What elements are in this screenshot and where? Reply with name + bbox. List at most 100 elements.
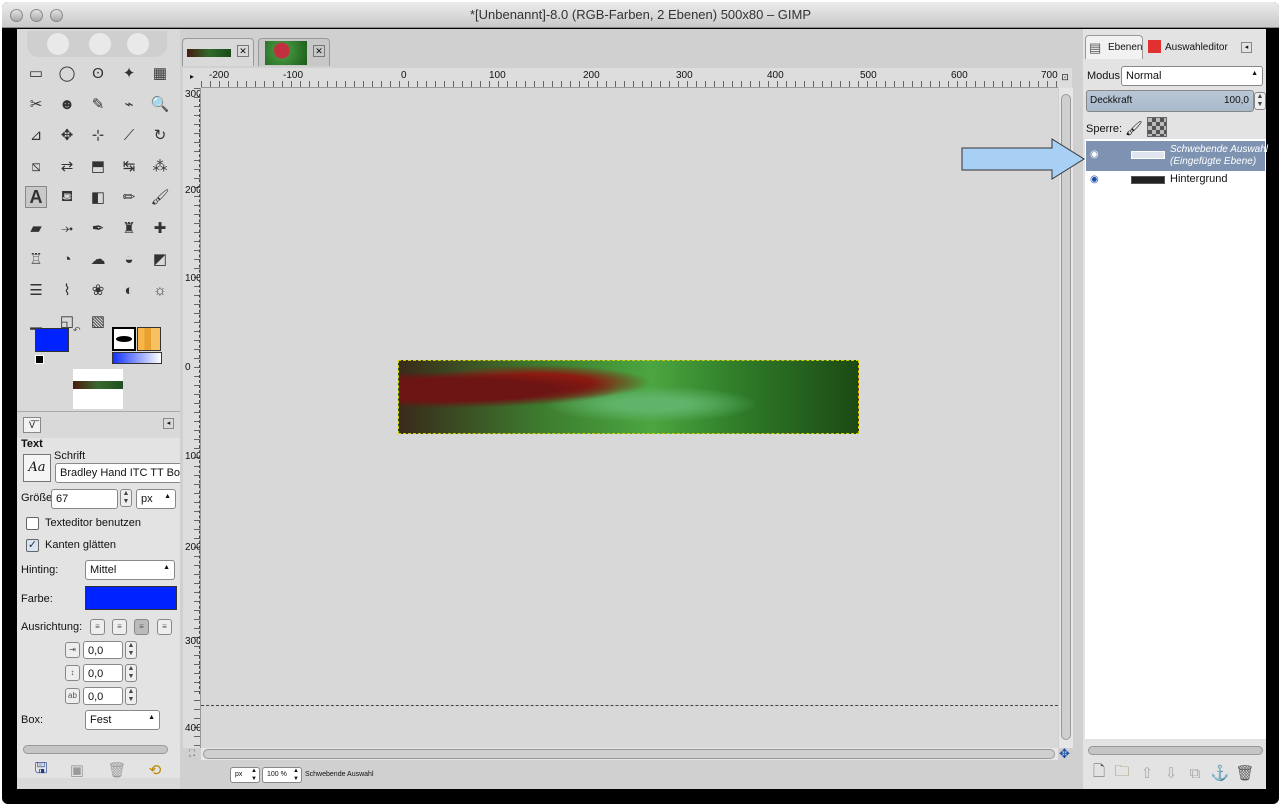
line-spacing-stepper[interactable]: ▲ ▼ — [125, 664, 137, 682]
quick-mask-icon[interactable]: ⛶ — [183, 748, 201, 760]
reset-options-icon[interactable]: ⟲ — [147, 762, 163, 779]
zoom-toggle-icon[interactable]: ⊡ — [1058, 68, 1072, 88]
brush-preview-icon[interactable] — [112, 327, 136, 351]
vertical-scrollbar-thumb[interactable] — [1061, 94, 1071, 740]
indent-input[interactable]: 0,0 — [83, 641, 123, 659]
hue-saturation-icon[interactable]: ❀ — [87, 279, 109, 301]
transform-icon[interactable]: ⟋ — [118, 124, 140, 146]
measure-icon[interactable]: ⊿ — [25, 124, 47, 146]
heal-icon[interactable]: ✚ — [149, 217, 171, 239]
lock-pixels-icon[interactable]: 🖌 — [1125, 120, 1143, 137]
justify-fill-icon[interactable]: ≡ — [157, 619, 172, 635]
zoom-select[interactable]: 100 % ▲ ▼ — [262, 767, 302, 783]
justify-right-icon[interactable]: ≡ — [112, 619, 127, 635]
image-menu-icon[interactable]: ▸ — [183, 68, 201, 88]
default-colors-icon[interactable] — [35, 355, 44, 364]
unit-select[interactable]: px ▲ ▼ — [230, 767, 260, 783]
paths-icon[interactable]: ✎ — [87, 93, 109, 115]
swap-colors-icon[interactable]: ↶ — [73, 325, 81, 336]
paintbrush-icon[interactable]: 🖌 — [149, 186, 171, 208]
perspective-icon[interactable]: ⧅ — [25, 155, 47, 177]
align-icon[interactable]: ⊹ — [87, 124, 109, 146]
vertical-scrollbar[interactable] — [1059, 88, 1073, 748]
color-select-icon[interactable]: ▦ — [149, 62, 171, 84]
close-tab-2-icon[interactable]: ✕ — [313, 45, 325, 57]
tool-options-tab-icon[interactable]: V͞ — [23, 417, 41, 433]
opacity-slider[interactable]: Deckkraft 100,0 — [1086, 90, 1254, 112]
save-options-icon[interactable]: 🖫 — [33, 760, 49, 778]
image-tab-active[interactable]: ✕ — [182, 38, 254, 66]
smudge-icon[interactable]: ◔ — [56, 248, 78, 270]
blur-icon[interactable]: ☁ — [87, 248, 109, 270]
indent-stepper[interactable]: ▲ ▼ — [125, 641, 137, 659]
text-tool-icon[interactable]: A — [25, 186, 47, 208]
box-select[interactable]: Fest▲▼ — [85, 710, 160, 730]
layer-row-background[interactable]: ◉ Hintergrund — [1086, 171, 1265, 191]
zoom-icon[interactable]: 🔍 — [149, 93, 171, 115]
horizontal-ruler[interactable]: -200 -100 0 100 200 300 400 500 600 700 — [201, 68, 1058, 88]
ink-icon[interactable]: ✒ — [87, 217, 109, 239]
new-layer-icon[interactable]: 🗋 — [1091, 763, 1107, 781]
clone-icon[interactable]: ♜ — [118, 217, 140, 239]
cage-icon[interactable]: ⬒ — [87, 155, 109, 177]
perspective-clone-icon[interactable]: ♖ — [25, 248, 47, 270]
pattern-preview-icon[interactable] — [137, 327, 161, 351]
opacity-stepper[interactable]: ▲ ▼ — [1254, 92, 1266, 110]
size-unit-select[interactable]: px▲▼ — [136, 489, 176, 509]
floating-selection-layer[interactable] — [398, 360, 859, 434]
tab-menu-icon[interactable]: ◂ — [1241, 42, 1252, 53]
fuzzy-select-icon[interactable]: ✦ — [118, 62, 140, 84]
blend-icon[interactable]: ◧ — [87, 186, 109, 208]
justify-center-icon[interactable]: ≡ — [134, 619, 149, 635]
font-preview-button[interactable]: Aa — [23, 454, 51, 482]
color-picker-icon[interactable]: ⌁ — [118, 93, 140, 115]
lower-layer-icon[interactable]: ⇩ — [1163, 765, 1179, 782]
close-window-icon[interactable] — [10, 9, 23, 22]
levels-icon[interactable]: ☰ — [25, 279, 47, 301]
foreground-color-swatch[interactable] — [35, 328, 69, 352]
foreground-select-icon[interactable]: ☻ — [56, 93, 78, 115]
pencil-icon[interactable]: ✏ — [118, 186, 140, 208]
color-balance-icon[interactable]: ◩ — [149, 248, 171, 270]
airbrush-icon[interactable]: ⤞ — [56, 217, 78, 239]
text-color-button[interactable] — [85, 586, 177, 610]
layer-row-floating[interactable]: ◉ Schwebende Auswahl (Eingefügte Ebene) — [1086, 141, 1268, 171]
ellipse-select-icon[interactable]: ◯ — [56, 62, 78, 84]
layers-tab[interactable]: ▤ Ebenen — [1085, 35, 1143, 59]
navigate-icon[interactable]: ✥ — [1059, 746, 1070, 762]
restore-options-icon[interactable]: ▣ — [69, 762, 85, 779]
size-stepper[interactable]: ▲ ▼ — [120, 489, 132, 507]
new-layer-group-icon[interactable]: 🗀 — [1114, 763, 1130, 781]
rect-select-icon[interactable]: ▭ — [25, 62, 47, 84]
visibility-eye-icon[interactable]: ◉ — [1090, 149, 1099, 160]
image-tab-2[interactable]: ✕ — [258, 38, 330, 66]
delete-layer-icon[interactable]: 🗑 — [1235, 765, 1254, 782]
curves-icon[interactable]: ⌇ — [56, 279, 78, 301]
scissors-icon[interactable]: ✂ — [25, 93, 47, 115]
horizontal-scrollbar[interactable] — [201, 748, 1058, 760]
canvas-area[interactable] — [199, 88, 1058, 748]
mode-select[interactable]: Normal▲▼ — [1121, 66, 1263, 86]
free-select-icon[interactable]: ʘ — [87, 62, 109, 84]
visibility-eye-icon[interactable]: ◉ — [1090, 174, 1099, 185]
horizontal-scrollbar-thumb[interactable] — [203, 749, 1055, 759]
selection-editor-tab[interactable]: Auswahleditor — [1145, 37, 1231, 59]
gradient-map-icon[interactable]: ▧ — [87, 310, 109, 332]
tab-menu-icon[interactable]: ◂ — [163, 418, 174, 429]
delete-options-icon[interactable]: 🗑 — [107, 762, 126, 779]
size-input[interactable]: 67 — [51, 489, 118, 509]
letter-spacing-input[interactable]: 0,0 — [83, 687, 123, 705]
toolbox-scrollbar[interactable] — [23, 745, 168, 754]
threshold-icon[interactable]: ◐ — [118, 279, 140, 301]
line-spacing-input[interactable]: 0,0 — [83, 664, 123, 682]
layers-scrollbar[interactable] — [1088, 746, 1263, 755]
eraser-icon[interactable]: ▰ — [25, 217, 47, 239]
duplicate-layer-icon[interactable]: ⧉ — [1187, 765, 1203, 782]
close-tab-icon[interactable]: ✕ — [237, 45, 249, 57]
warp-icon[interactable]: ↹ — [118, 155, 140, 177]
justify-left-icon[interactable]: ≡ — [90, 619, 105, 635]
use-editor-checkbox[interactable] — [26, 517, 39, 530]
3d-icon[interactable]: ⁂ — [149, 155, 171, 177]
hinting-select[interactable]: Mittel▲▼ — [85, 560, 175, 580]
image-preview-thumbnail[interactable] — [73, 369, 123, 409]
